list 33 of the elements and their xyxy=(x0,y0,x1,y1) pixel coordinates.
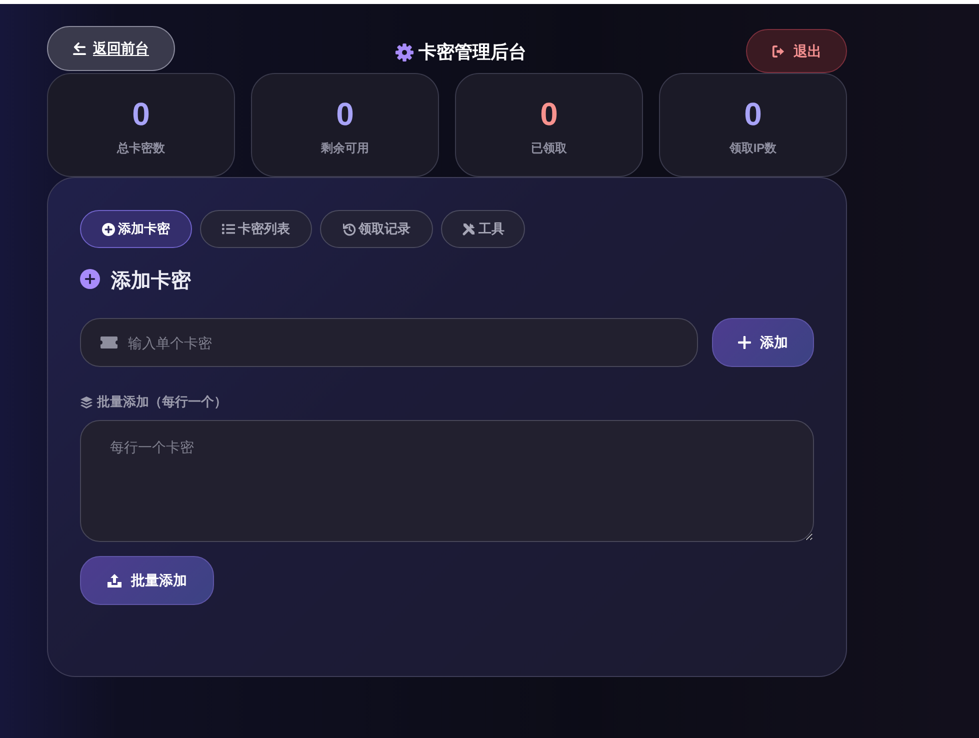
stat-label: 剩余可用 xyxy=(321,140,369,156)
plus-icon xyxy=(738,336,751,349)
stat-value: 0 xyxy=(132,95,150,134)
stat-label: 已领取 xyxy=(531,140,567,156)
page-title: 卡密管理后台 xyxy=(418,41,526,64)
history-icon xyxy=(342,222,356,236)
arrow-left-icon xyxy=(73,42,86,55)
upload-icon xyxy=(107,573,122,588)
settings-icon xyxy=(394,42,414,62)
tab[interactable]: 工具 xyxy=(441,210,525,248)
list-icon xyxy=(222,223,235,235)
tab[interactable]: 卡密列表 xyxy=(200,210,312,248)
tools-icon xyxy=(462,222,476,236)
stat-label: 领取IP数 xyxy=(729,140,777,156)
back-link[interactable]: 返回前台 xyxy=(47,26,175,71)
batch-add-button[interactable]: 批量添加 xyxy=(80,556,214,605)
tab[interactable]: 领取记录 xyxy=(320,210,433,248)
ticket-icon xyxy=(100,336,118,349)
plus-circle-icon xyxy=(102,222,115,236)
stat-value: 0 xyxy=(540,95,558,134)
batch-textarea[interactable]: 每行一个卡密 xyxy=(80,420,814,542)
stat-label: 总卡密数 xyxy=(117,140,165,156)
card-input-field[interactable]: 输入单个卡密 xyxy=(80,318,698,367)
batch-label: 批量添加（每行一个） xyxy=(97,394,227,410)
add-button[interactable]: 添加 xyxy=(712,318,814,367)
stat-value: 0 xyxy=(336,95,354,134)
tab[interactable]: 添加卡密 xyxy=(80,210,192,248)
layers-icon xyxy=(80,396,93,408)
section-title: 添加卡密 xyxy=(111,269,191,293)
plus-circle-icon xyxy=(80,269,100,289)
stat-value: 0 xyxy=(744,95,762,134)
logout-icon xyxy=(772,44,784,58)
logout-button[interactable]: 退出 xyxy=(746,29,847,73)
